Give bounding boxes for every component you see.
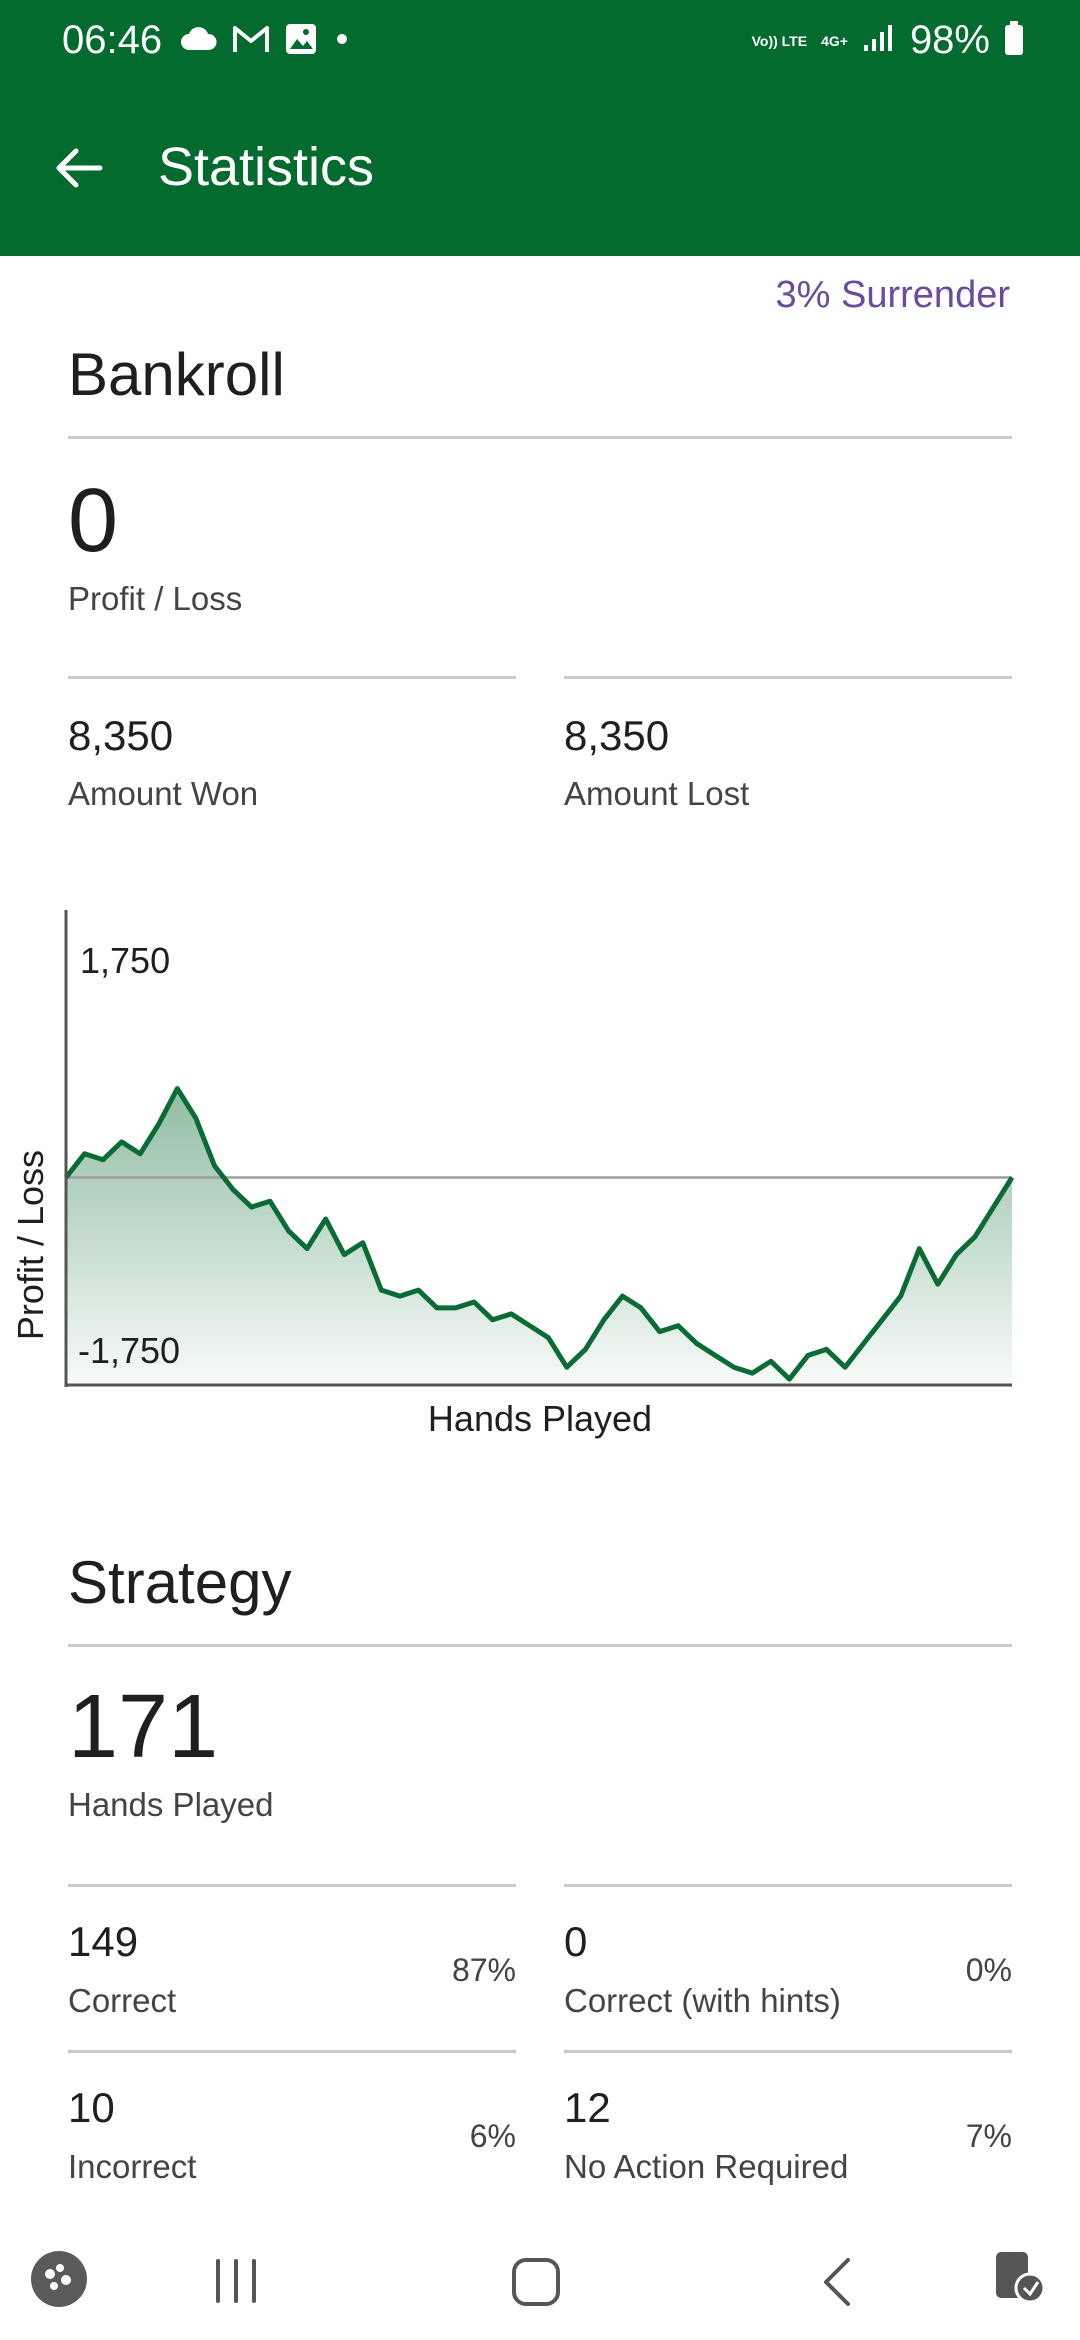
bankroll-title: Bankroll (68, 341, 285, 408)
home-icon (512, 2258, 560, 2306)
status-bar: 06:46 Vo)) LTE 4G+ 98% (0, 0, 1080, 84)
game-controller-icon (31, 2251, 87, 2307)
strategy-title: Strategy (68, 1549, 292, 1616)
volte-label: Vo)) LTE (751, 32, 808, 49)
status-right: Vo)) LTE 4G+ 98% (752, 18, 1024, 63)
divider (564, 1884, 1012, 1887)
network-gen-label: 4G+ (821, 32, 848, 49)
status-time: 06:46 (62, 18, 163, 62)
battery-icon (1004, 21, 1024, 60)
amount-won-label: Amount Won (68, 775, 259, 812)
touch-lock-icon (996, 2252, 1046, 2304)
profit-value: 0 (68, 471, 119, 571)
signal-icon (862, 23, 896, 58)
image-icon (284, 22, 318, 61)
arrow-left-icon (56, 148, 103, 188)
accessibility-button[interactable] (990, 2248, 1050, 2313)
divider (564, 2050, 1012, 2053)
incorrect-value: 10 (68, 2084, 115, 2131)
cloud-icon (180, 26, 218, 57)
battery-percent: 98% (909, 18, 990, 62)
divider (68, 2050, 516, 2053)
page-title: Statistics (158, 137, 375, 197)
divider (68, 676, 516, 679)
no-action-label: No Action Required (564, 2148, 849, 2185)
rule-variant-label: 3% Surrender (775, 274, 1010, 316)
dot-icon (332, 29, 352, 54)
chevron-left-icon (824, 2258, 850, 2306)
x-axis-title: Hands Played (427, 1398, 653, 1439)
back-button[interactable] (50, 138, 110, 198)
y-axis-title: Profit / Loss (10, 1150, 51, 1341)
chart-area-fill (66, 1088, 1012, 1385)
divider (68, 436, 1012, 439)
no-action-value: 12 (564, 2084, 611, 2131)
divider (564, 676, 1012, 679)
incorrect-label: Incorrect (68, 2148, 197, 2185)
correct-percent: 87% (451, 1952, 516, 1988)
incorrect-percent: 6% (469, 2118, 516, 2154)
amount-lost-value: 8,350 (564, 712, 670, 759)
correct-label: Correct (68, 1982, 177, 2019)
bankroll-chart-svg: 1,750 -1,750 (64, 910, 1015, 1387)
amount-lost-label: Amount Lost (564, 775, 750, 812)
gmail-icon (232, 24, 270, 59)
correct-hints-percent: 0% (965, 1952, 1012, 1988)
divider (68, 1644, 1012, 1647)
y-tick-label: -1,750 (78, 1330, 180, 1371)
hands-played-value: 171 (68, 1677, 219, 1777)
app-bar: Statistics (0, 84, 1080, 256)
amount-won-value: 8,350 (68, 712, 174, 759)
no-action-percent: 7% (965, 2118, 1012, 2154)
notification-icons (180, 22, 352, 61)
correct-hints-label: Correct (with hints) (564, 1982, 841, 2019)
game-launcher-button[interactable] (30, 2250, 88, 2313)
bankroll-chart: 1,750 -1,750 (0, 880, 1080, 1460)
recent-apps-button[interactable] (206, 2256, 266, 2311)
back-nav-button[interactable] (818, 2254, 858, 2315)
hands-played-label: Hands Played (68, 1786, 274, 1823)
home-button[interactable] (508, 2254, 564, 2315)
recents-icon (216, 2259, 256, 2303)
system-nav-bar (0, 2220, 1080, 2340)
y-tick-label: 1,750 (80, 940, 170, 981)
correct-hints-value: 0 (564, 1918, 588, 1965)
correct-value: 149 (68, 1918, 139, 1965)
profit-label: Profit / Loss (68, 580, 243, 617)
divider (68, 1884, 516, 1887)
